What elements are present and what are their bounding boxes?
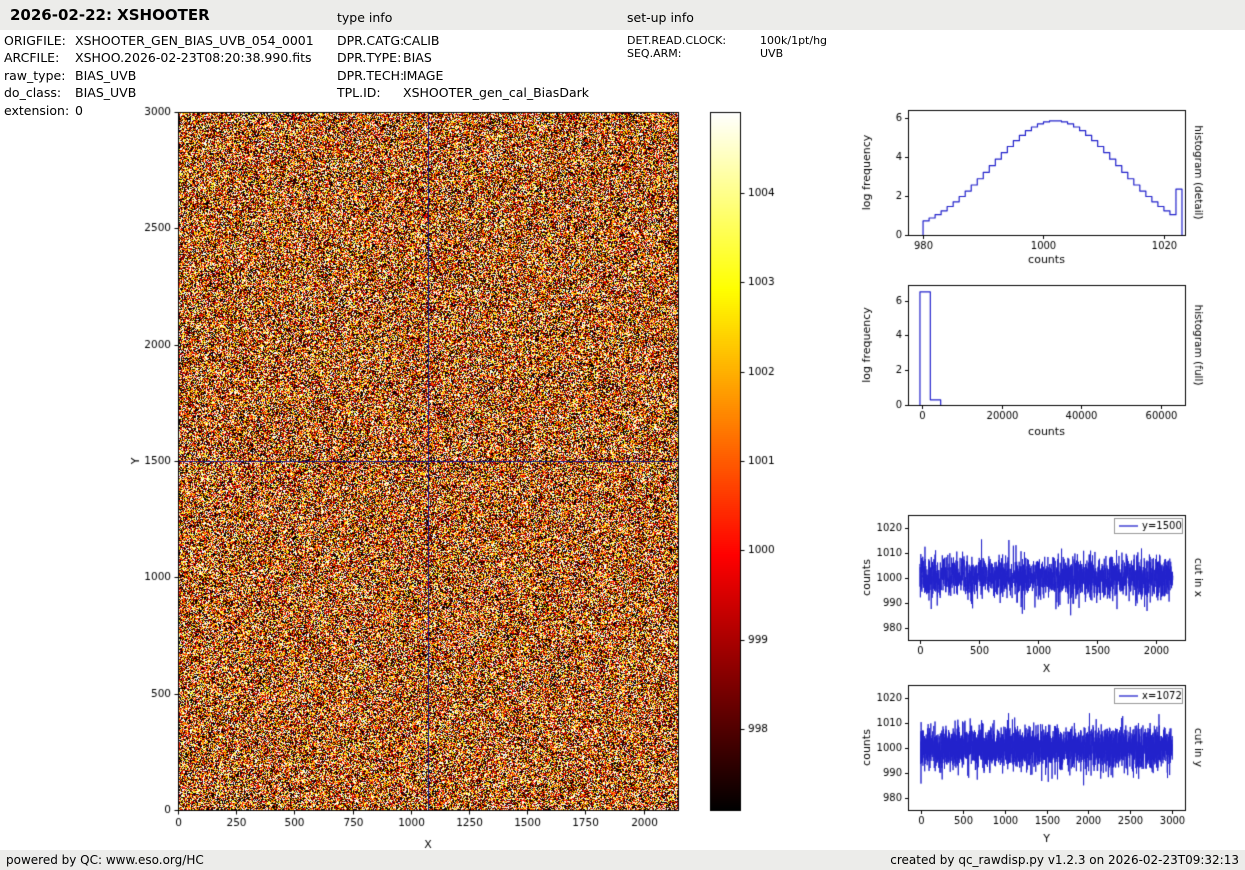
- histogram-detail-plot: [855, 95, 1205, 275]
- meta-row: raw_type: BIAS_UVB: [4, 67, 314, 84]
- meta-value: BIAS: [403, 49, 432, 66]
- meta-value: IMAGE: [403, 67, 443, 84]
- meta-label: raw_type:: [4, 67, 75, 84]
- footer-created-by: created by qc_rawdisp.py v1.2.3 on 2026-…: [890, 853, 1239, 867]
- meta-row: DPR.TYPE: BIAS: [337, 49, 589, 66]
- bias-image-plot: [120, 100, 700, 860]
- meta-value: XSHOOTER_GEN_BIAS_UVB_054_0001: [75, 32, 314, 49]
- meta-label: ARCFILE:: [4, 49, 75, 66]
- colorbar: [700, 100, 810, 860]
- meta-row: ORIGFILE: XSHOOTER_GEN_BIAS_UVB_054_0001: [4, 32, 314, 49]
- header-bar: 2026-02-22: XSHOOTER type info set-up in…: [0, 0, 1245, 30]
- meta-row: SEQ.ARM: UVB: [627, 47, 827, 60]
- meta-value: CALIB: [403, 32, 440, 49]
- type-info-heading: type info: [337, 10, 392, 25]
- meta-label: SEQ.ARM:: [627, 47, 760, 60]
- meta-value: 100k/1pt/hg: [760, 34, 827, 47]
- footer-bar: powered by QC: www.eso.org/HC created by…: [0, 850, 1245, 870]
- meta-value: XSHOO.2026-02-23T08:20:38.990.fits: [75, 49, 312, 66]
- cut-in-x-plot: [855, 500, 1205, 685]
- meta-label: do_class:: [4, 84, 75, 101]
- setup-info-heading: set-up info: [627, 10, 694, 25]
- meta-label: DPR.TYPE:: [337, 49, 403, 66]
- meta-row: DET.READ.CLOCK: 100k/1pt/hg: [627, 34, 827, 47]
- meta-value: BIAS_UVB: [75, 84, 136, 101]
- meta-label: TPL.ID:: [337, 84, 403, 101]
- meta-row: ARCFILE: XSHOO.2026-02-23T08:20:38.990.f…: [4, 49, 314, 66]
- footer-powered-by: powered by QC: www.eso.org/HC: [6, 853, 204, 867]
- meta-label: extension:: [4, 102, 75, 119]
- meta-label: DET.READ.CLOCK:: [627, 34, 760, 47]
- meta-value: XSHOOTER_gen_cal_BiasDark: [403, 84, 589, 101]
- setup-info-block: DET.READ.CLOCK: 100k/1pt/hg SEQ.ARM: UVB: [627, 34, 827, 60]
- histogram-full-plot: [855, 270, 1205, 450]
- meta-label: DPR.TECH:: [337, 67, 403, 84]
- page-title: 2026-02-22: XSHOOTER: [10, 6, 210, 24]
- type-info-block: DPR.CATG: CALIB DPR.TYPE: BIAS DPR.TECH:…: [337, 32, 589, 102]
- meta-row: do_class: BIAS_UVB: [4, 84, 314, 101]
- meta-value: 0: [75, 102, 83, 119]
- cut-in-y-plot: [855, 670, 1205, 855]
- meta-row: DPR.TECH: IMAGE: [337, 67, 589, 84]
- meta-label: DPR.CATG:: [337, 32, 403, 49]
- meta-value: BIAS_UVB: [75, 67, 136, 84]
- meta-value: UVB: [760, 47, 783, 60]
- meta-row: DPR.CATG: CALIB: [337, 32, 589, 49]
- meta-label: ORIGFILE:: [4, 32, 75, 49]
- meta-row: TPL.ID: XSHOOTER_gen_cal_BiasDark: [337, 84, 589, 101]
